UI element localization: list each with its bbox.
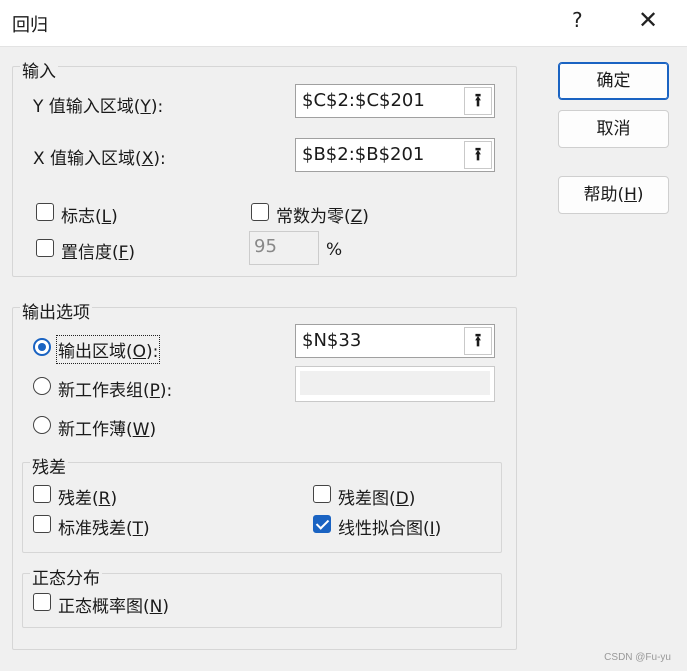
normal-probability-plots-label: 正态概率图(N)	[58, 597, 169, 617]
output-range-input[interactable]: $N$33 ⭱	[295, 324, 495, 358]
help-button[interactable]: 帮助(H)	[558, 176, 669, 214]
ok-button[interactable]: 确定	[558, 62, 669, 100]
standardized-residuals-label: 标准残差(T)	[58, 519, 150, 539]
new-worksheet-input[interactable]	[295, 366, 495, 402]
title-bar: 回归 ? ✕	[0, 0, 687, 47]
y-range-input[interactable]: $C$2:$C$201 ⭱	[295, 84, 495, 118]
residuals-legend: 残差	[30, 453, 68, 478]
help-question-icon[interactable]: ?	[572, 8, 583, 32]
percent-sign: %	[326, 240, 343, 260]
labels-checkbox[interactable]	[36, 203, 54, 221]
output-range-radio[interactable]	[33, 338, 51, 356]
watermark: CSDN @Fu-yu	[604, 652, 671, 663]
close-icon[interactable]: ✕	[638, 6, 658, 34]
normal-probability-legend: 正态分布	[30, 564, 102, 589]
cancel-button[interactable]: 取消	[558, 110, 669, 148]
input-group-legend: 输入	[20, 57, 58, 82]
normal-probability-plots-checkbox[interactable]	[33, 593, 51, 611]
output-range-value: $N$33	[302, 330, 362, 351]
collapse-dialog-icon[interactable]: ⭱	[464, 141, 492, 169]
confidence-level-input[interactable]: 95	[249, 231, 319, 265]
new-worksheet-input-fill	[300, 371, 490, 395]
output-range-label: 输出区域(O):	[55, 335, 161, 364]
residual-plots-checkbox[interactable]	[313, 485, 331, 503]
residual-plots-label: 残差图(D)	[338, 489, 416, 509]
line-fit-plots-label: 线性拟合图(I)	[338, 519, 442, 539]
standardized-residuals-checkbox[interactable]	[33, 515, 51, 533]
collapse-dialog-icon[interactable]: ⭱	[464, 87, 492, 115]
residuals-label: 残差(R)	[58, 489, 118, 509]
confidence-checkbox[interactable]	[36, 239, 54, 257]
new-worksheet-label: 新工作表组(P):	[58, 381, 173, 401]
x-range-input[interactable]: $B$2:$B$201 ⭱	[295, 138, 495, 172]
x-range-label: X 值输入区域(X):	[33, 149, 166, 169]
window-title: 回归	[12, 15, 48, 36]
confidence-checkbox-label: 置信度(F)	[61, 243, 136, 263]
constant-zero-checkbox-label: 常数为零(Z)	[276, 207, 369, 227]
residuals-checkbox[interactable]	[33, 485, 51, 503]
y-range-value: $C$2:$C$201	[302, 90, 425, 111]
new-workbook-label: 新工作薄(W)	[58, 420, 157, 440]
new-workbook-radio[interactable]	[33, 416, 51, 434]
collapse-dialog-icon[interactable]: ⭱	[464, 327, 492, 355]
output-options-legend: 输出选项	[20, 298, 92, 323]
constant-zero-checkbox[interactable]	[251, 203, 269, 221]
x-range-value: $B$2:$B$201	[302, 144, 425, 165]
new-worksheet-radio[interactable]	[33, 377, 51, 395]
y-range-label: Y 值输入区域(Y):	[33, 97, 164, 117]
labels-checkbox-label: 标志(L)	[61, 207, 118, 227]
line-fit-plots-checkbox[interactable]	[313, 515, 331, 533]
